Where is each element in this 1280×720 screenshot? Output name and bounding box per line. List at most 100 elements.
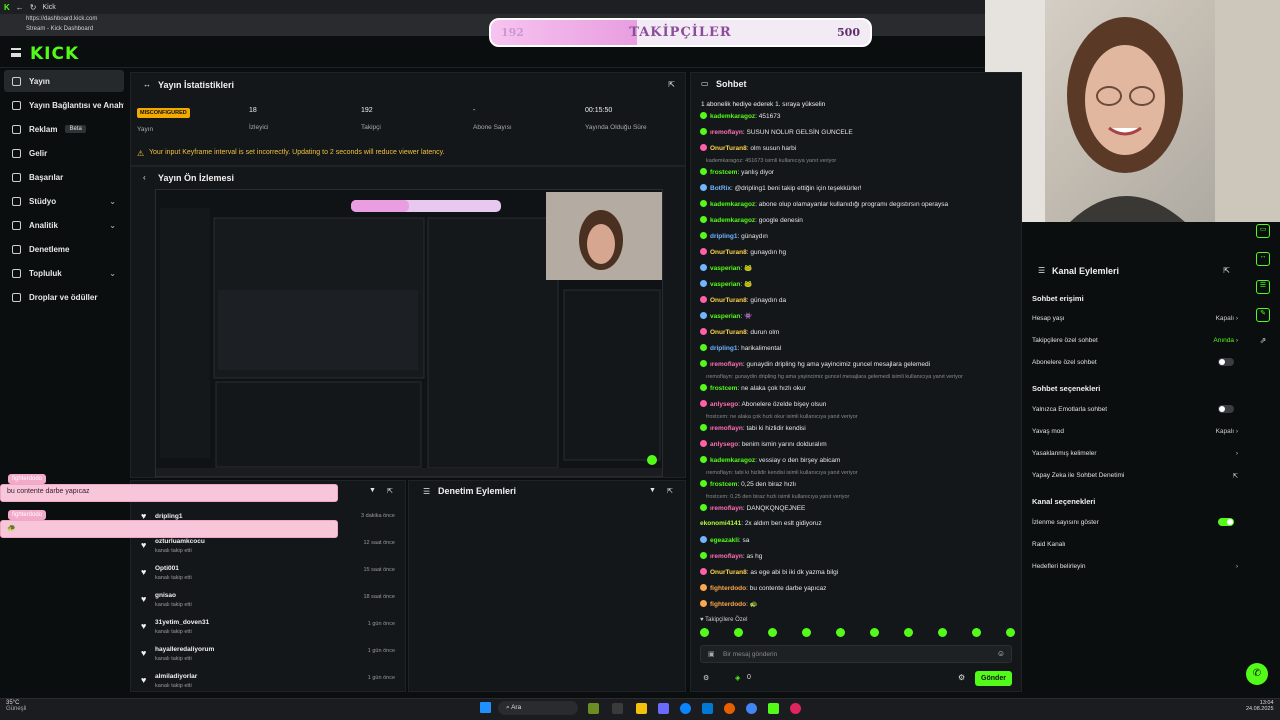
quick-emote-icon[interactable] xyxy=(836,628,845,637)
chat-username[interactable]: kademkaragoz xyxy=(710,113,755,120)
kick-logo[interactable]: KICK xyxy=(30,44,79,64)
sidebar-item-stream-key[interactable]: Yayın Bağlantısı ve Anahtarı xyxy=(4,94,124,116)
chat-username[interactable]: OnurTuran8 xyxy=(710,249,747,256)
help-chat-icon[interactable]: ✆ xyxy=(1246,663,1268,685)
taskbar-app-icon[interactable] xyxy=(612,703,623,714)
weather-widget[interactable]: 35°C Güneşli xyxy=(6,700,26,712)
menu-icon[interactable] xyxy=(11,48,21,57)
chat-username[interactable]: vasperian xyxy=(710,281,740,288)
expand-icon[interactable]: ⇱ xyxy=(1223,266,1230,275)
chat-message[interactable]: ıremoflayn: SUSUN NOLUR GELSİN GUNCELE xyxy=(700,128,1020,136)
chat-message[interactable]: OnurTuran8: gunaydın hg xyxy=(700,248,1020,256)
chat-message[interactable]: ıremoflayn: tabi ki hizlidir kendisi xyxy=(700,424,1020,432)
share-icon[interactable]: ⇗ xyxy=(1256,336,1270,350)
goals-row[interactable]: Hedefleri belirleyin › xyxy=(1032,563,1238,570)
file-explorer-icon[interactable] xyxy=(636,703,647,714)
quick-emote-icon[interactable] xyxy=(802,628,811,637)
chat-message[interactable]: OnurTuran8: durun olm xyxy=(700,328,1020,336)
chat-message[interactable]: OnurTuran8: olm susun harbi xyxy=(700,144,1020,152)
sidebar-item-droplar[interactable]: Droplar ve ödüller xyxy=(4,286,124,308)
split-view-icon[interactable]: ↔ xyxy=(1256,252,1270,266)
quick-emote-icon[interactable] xyxy=(700,628,709,637)
follower-name[interactable]: ozturluamkcocu xyxy=(155,538,205,545)
quick-emote-icon[interactable] xyxy=(938,628,947,637)
outlook-icon[interactable] xyxy=(702,703,713,714)
chat-username[interactable]: ekonomi4141 xyxy=(700,520,741,527)
chat-username[interactable]: ıremoflayn xyxy=(710,129,743,136)
chat-username[interactable]: ıremoflayn xyxy=(710,505,743,512)
chat-message[interactable]: frostcem: ne alaka çok hızlı okur xyxy=(700,384,1020,392)
ai-moderation-row[interactable]: Yapay Zeka ile Sohbet Denetimi ⇱ xyxy=(1032,472,1238,480)
gear-icon[interactable]: ⚙ xyxy=(958,673,965,682)
quick-emote-icon[interactable] xyxy=(870,628,879,637)
chat-message[interactable]: frostcem: yanlış diyor xyxy=(700,168,1020,176)
chat-message[interactable]: kademkaragoz: google denesin xyxy=(700,216,1020,224)
chat-settings-icon[interactable]: ⚙ xyxy=(703,674,709,682)
chat-message[interactable]: BotRix: @dripling1 beni takip ettiğin iç… xyxy=(700,184,1020,192)
chat-username[interactable]: vasperian xyxy=(710,265,740,272)
sidebar-item-studyo[interactable]: Stüdyo ⌄ xyxy=(4,190,124,212)
chat-message[interactable]: vasperian: 🐸 xyxy=(700,280,1020,288)
chat-message[interactable]: OnurTuran8: günaydın da xyxy=(700,296,1020,304)
banned-words-row[interactable]: Yasaklanmış kelimeler › xyxy=(1032,450,1238,457)
list-view-icon[interactable]: ☰ xyxy=(1256,280,1270,294)
clock[interactable]: 13:04 24.08.2025 xyxy=(1246,700,1274,712)
expand-icon[interactable]: ⇱ xyxy=(668,80,675,89)
chat-username[interactable]: kademkaragoz xyxy=(710,201,755,208)
sidebar-item-yayin[interactable]: Yayın xyxy=(4,70,124,92)
sidebar-item-topluluk[interactable]: Topluluk ⌄ xyxy=(4,262,124,284)
chat-username[interactable]: OnurTuran8 xyxy=(710,569,747,576)
chat-message[interactable]: fighterdodo: 🐢 xyxy=(700,600,1020,608)
chat-message[interactable]: fighterdodo: bu contente darbe yapıcaz xyxy=(700,584,1020,592)
taskbar-app-icon[interactable] xyxy=(790,703,801,714)
chat-username[interactable]: frostcem xyxy=(710,481,737,488)
chat-username[interactable]: frostcem xyxy=(710,169,737,176)
chat-message[interactable]: vasperian: 🐸 xyxy=(700,264,1020,272)
chat-message[interactable]: kademkaragoz: abone olup olamayanlar kul… xyxy=(700,200,1020,208)
chat-message[interactable]: dripling1: günaydın xyxy=(700,232,1020,240)
chat-message[interactable]: dripling1: harikalimental xyxy=(700,344,1020,352)
chat-username[interactable]: anlysego xyxy=(710,441,738,448)
chevron-left-icon[interactable]: ‹ xyxy=(143,173,146,182)
account-age-row[interactable]: Hesap yaşı Kapalı › xyxy=(1032,315,1238,322)
chat-message[interactable]: kademkaragoz: 451673 xyxy=(700,112,1020,120)
firefox-icon[interactable] xyxy=(724,703,735,714)
filter-icon[interactable]: ▼ xyxy=(369,487,376,494)
kick-app-icon[interactable] xyxy=(768,703,779,714)
wrench-icon[interactable]: ✎ xyxy=(1256,308,1270,322)
chat-message[interactable]: anlysego: Abonelere özelde bişey olsun xyxy=(700,400,1020,408)
chat-username[interactable]: OnurTuran8 xyxy=(710,145,747,152)
taskbar-search[interactable]: ⌕ Ara xyxy=(498,701,578,715)
raid-channel-row[interactable]: Raid Kanalı xyxy=(1032,541,1238,548)
slow-mode-row[interactable]: Yavaş mod Kapalı › xyxy=(1032,428,1238,435)
chat-username[interactable]: egeazakli xyxy=(710,537,739,544)
chat-message[interactable]: kademkaragoz: vessiay o den birşey abica… xyxy=(700,456,1020,464)
chat-message[interactable]: frostcem: 0,25 den biraz hızlı xyxy=(700,480,1020,488)
follower-name[interactable]: gnisao xyxy=(155,592,176,599)
chat-username[interactable]: OnurTuran8 xyxy=(710,297,747,304)
follower-name[interactable]: 31yetim_doven31 xyxy=(155,619,209,626)
chat-username[interactable]: dripling1 xyxy=(710,345,737,352)
sidebar-item-denetleme[interactable]: Denetleme xyxy=(4,238,124,260)
follower-name[interactable]: Opti001 xyxy=(155,565,179,572)
taskbar-app-icon[interactable] xyxy=(658,703,669,714)
quick-emote-icon[interactable] xyxy=(1006,628,1015,637)
back-arrow-icon[interactable]: ← xyxy=(16,3,24,12)
quick-emote-icon[interactable] xyxy=(904,628,913,637)
chrome-icon[interactable] xyxy=(746,703,757,714)
edge-icon[interactable] xyxy=(680,703,691,714)
emote-only-toggle[interactable] xyxy=(1218,405,1234,413)
taskbar-app-icon[interactable] xyxy=(588,703,599,714)
sidebar-item-basarilar[interactable]: Başarılar xyxy=(4,166,124,188)
chat-message[interactable]: ıremoflayn: gunaydin dripling hg ama yay… xyxy=(700,360,1020,368)
quick-emote-icon[interactable] xyxy=(972,628,981,637)
emote-picker-icon[interactable]: ▣ xyxy=(708,650,715,658)
follower-name[interactable]: hayalleredaliyorum xyxy=(155,646,214,653)
pinned-gift-banner[interactable]: 1 abonelik hediye ederek 1. sıraya yükse… xyxy=(701,101,1013,108)
chat-username[interactable]: frostcem xyxy=(710,385,737,392)
followers-only-chat-row[interactable]: Takipçilere özel sohbet Anında › xyxy=(1032,337,1238,344)
sidebar-item-gelir[interactable]: Gelir xyxy=(4,142,124,164)
send-button[interactable]: Gönder xyxy=(975,671,1012,686)
chat-username[interactable]: anlysego xyxy=(710,401,738,408)
subs-only-toggle[interactable] xyxy=(1218,358,1234,366)
